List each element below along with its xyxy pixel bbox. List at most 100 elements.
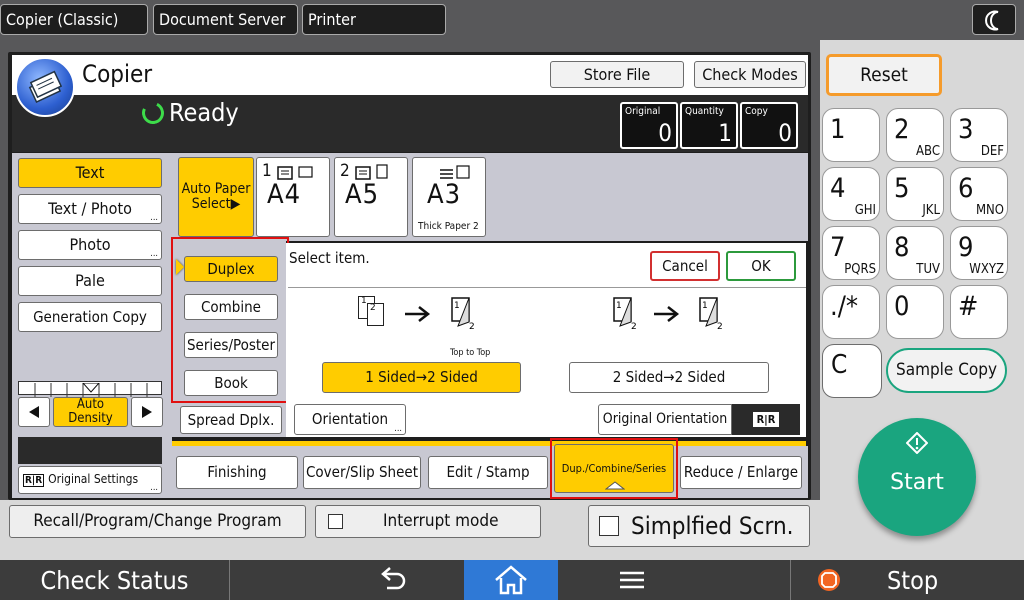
auto-density-button[interactable]: Auto Density	[53, 397, 128, 427]
key-digit: 6	[958, 173, 974, 204]
stop-button[interactable]: Stop	[790, 560, 1024, 600]
copier-app-icon	[15, 57, 75, 117]
interrupt-mode-button[interactable]: Interrupt mode	[315, 505, 541, 538]
image-type-pale[interactable]: Pale	[18, 266, 162, 296]
density-scale	[18, 381, 162, 397]
two-sided-to-two-sided-button[interactable]: 2 Sided→2 Sided	[569, 362, 769, 393]
counter-value: 1	[718, 119, 732, 147]
dialog-prompt: Select item.	[289, 249, 370, 267]
copy-counter: Copy 0	[740, 102, 798, 149]
orientation-rr-icon: R|R	[23, 473, 45, 487]
counter-label: Quantity	[685, 106, 724, 117]
clear-key[interactable]: C	[822, 344, 882, 398]
key-digit: 3	[958, 114, 974, 145]
key-5[interactable]: 5 JKL	[886, 167, 944, 221]
key-dot-star[interactable]: ./*	[822, 285, 880, 339]
key-digit: 2	[894, 114, 910, 145]
tray-note: Thick Paper 2	[418, 221, 479, 232]
cover-slip-sheet-tab[interactable]: Cover/Slip Sheet	[303, 456, 421, 489]
key-digit: 9	[958, 232, 974, 263]
stop-label: Stop	[887, 565, 939, 595]
key-digit: 0	[894, 291, 910, 322]
tray-size: A5	[345, 179, 380, 210]
reset-button[interactable]: Reset	[826, 54, 942, 96]
simplified-screen-button[interactable]: Simplfied Scrn.	[588, 505, 810, 547]
store-file-button[interactable]: Store File	[550, 61, 684, 88]
original-settings-button[interactable]: R|R Original Settings	[18, 466, 162, 494]
checkbox-icon	[328, 514, 343, 529]
counter-value: 0	[658, 119, 672, 147]
image-type-text[interactable]: Text	[18, 158, 162, 188]
key-hash[interactable]: #	[950, 285, 1008, 339]
key-digit: 4	[830, 173, 846, 204]
tray-2-button[interactable]: 2 A5	[334, 157, 408, 237]
cancel-button[interactable]: Cancel	[650, 251, 720, 281]
density-lighter-button[interactable]	[18, 397, 50, 427]
edit-stamp-tab[interactable]: Edit / Stamp	[428, 456, 548, 489]
image-type-generation-copy[interactable]: Generation Copy	[18, 302, 162, 332]
key-digit: 1	[830, 114, 846, 145]
image-type-text-photo[interactable]: Text / Photo	[18, 194, 162, 224]
duplex-page-icon: 12	[699, 297, 723, 330]
orientation-button[interactable]: Orientation	[294, 404, 406, 435]
app-title: Copier	[82, 60, 153, 88]
density-darker-button[interactable]	[131, 397, 163, 427]
counter-label: Copy	[745, 106, 768, 117]
back-button[interactable]	[350, 560, 434, 600]
key-2[interactable]: 2 ABC	[886, 108, 944, 162]
svg-text:2: 2	[717, 322, 723, 330]
key-7[interactable]: 7 PQRS	[822, 226, 880, 280]
top-to-top-label: Top to Top	[450, 348, 491, 358]
finishing-tab[interactable]: Finishing	[176, 456, 298, 489]
key-letters: ABC	[916, 144, 940, 159]
image-type-photo[interactable]: Photo	[18, 230, 162, 260]
one-sided-to-two-sided-button[interactable]: 1 Sided→2 Sided	[322, 362, 521, 393]
key-4[interactable]: 4 GHI	[822, 167, 880, 221]
auto-paper-label: Auto Paper	[181, 180, 251, 197]
check-modes-button[interactable]: Check Modes	[694, 61, 806, 88]
svg-text:1: 1	[454, 301, 460, 311]
svg-text:2: 2	[631, 322, 637, 330]
key-6[interactable]: 6 MNO	[950, 167, 1008, 221]
key-letters: DEF	[980, 144, 1004, 159]
key-0[interactable]: 0	[886, 285, 944, 339]
counter-label: Original	[625, 106, 661, 117]
back-arrow-icon	[381, 567, 406, 590]
duplex-page-icon: 12	[451, 297, 475, 330]
key-digit: 8	[894, 232, 910, 263]
auto-paper-label-2: Select▶	[191, 196, 241, 212]
original-orientation-button[interactable]: Original Orientation	[598, 404, 732, 435]
key-1[interactable]: 1	[822, 108, 880, 162]
bypass-tray-button[interactable]: A3 Thick Paper 2	[412, 157, 486, 237]
sample-copy-button[interactable]: Sample Copy	[886, 348, 1007, 393]
tab-document-server[interactable]: Document Server	[153, 4, 298, 35]
key-9[interactable]: 9 WXYZ	[950, 226, 1008, 280]
density-gap	[18, 437, 162, 464]
menu-button[interactable]	[590, 560, 674, 600]
left-arrow-icon	[29, 406, 39, 418]
tab-copier-classic[interactable]: Copier (Classic)	[0, 4, 148, 35]
tray-number: 2	[340, 161, 350, 181]
key-8[interactable]: 8 TUV	[886, 226, 944, 280]
svg-text:1: 1	[702, 301, 708, 311]
duplex-page-icon: 12	[613, 297, 637, 330]
highlight-box-modes	[171, 237, 289, 403]
recall-program-button[interactable]: Recall/Program/Change Program	[9, 505, 306, 538]
tab-printer[interactable]: Printer	[302, 4, 446, 35]
original-orientation-display: R|R	[732, 404, 800, 435]
auto-paper-select-button[interactable]: Auto Paper Select▶	[178, 157, 254, 237]
key-3[interactable]: 3 DEF	[950, 108, 1008, 162]
start-button[interactable]: Start	[858, 418, 976, 536]
ok-button[interactable]: OK	[726, 251, 796, 281]
stop-icon	[818, 569, 840, 591]
reduce-enlarge-tab[interactable]: Reduce / Enlarge	[680, 456, 802, 489]
key-letters: JKL	[922, 203, 940, 218]
night-mode-button[interactable]	[972, 4, 1016, 35]
mode-spread-duplex-button[interactable]: Spread Dplx.	[180, 406, 282, 434]
tray-1-button[interactable]: 1 A4	[256, 157, 330, 237]
tray-paper-icon	[277, 166, 313, 180]
check-status-button[interactable]: Check Status	[0, 560, 230, 600]
key-letters: TUV	[916, 262, 940, 277]
home-button[interactable]	[464, 560, 558, 600]
right-arrow-icon	[142, 406, 152, 418]
